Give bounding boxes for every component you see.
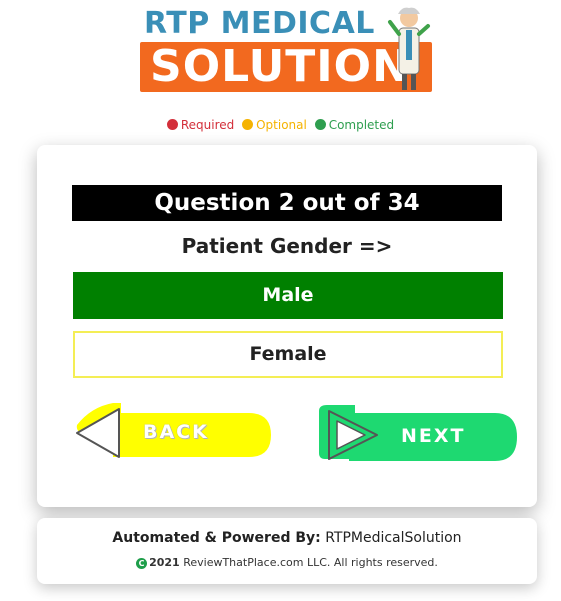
legend-optional: Optional [242,118,311,132]
next-button-label: NEXT [401,425,466,447]
logo-title-bottom: SOLUTION [150,41,410,92]
legend-required: Required [166,118,238,132]
copyright-icon: C [136,558,148,569]
red-dot-icon [166,119,178,130]
logo-title-top: RTP MEDICAL [144,6,375,41]
legend-optional-label: Optional [256,118,307,132]
legend-required-label: Required [180,118,235,132]
doctor-mascot-icon [388,7,430,90]
option-female-button[interactable]: Female [73,331,503,378]
yellow-dot-icon [242,119,254,130]
next-button[interactable]: NEXT [315,405,519,465]
option-male-button[interactable]: Male [73,272,503,319]
footer-powered-by: Automated & Powered By: RTPMedicalSoluti… [37,530,537,546]
status-legend: Required Optional Completed [0,118,561,132]
question-counter: Question 2 out of 34 [72,185,502,221]
footer-copyright: C 2021 ReviewThatPlace.com LLC. All right… [37,556,537,569]
legend-completed-label: Completed [328,118,395,132]
footer-powered-name: RTPMedicalSolution [325,530,462,546]
green-dot-icon [314,119,326,130]
back-button-label: BACK [143,421,209,443]
site-logo: RTP MEDICAL SOLUTION [140,4,436,96]
legend-completed: Completed [314,118,395,132]
question-label: Patient Gender => [181,234,393,258]
back-button[interactable]: BACK [71,403,273,461]
triangle-left-icon [76,408,120,458]
footer: Automated & Powered By: RTPMedicalSoluti… [37,518,537,584]
footer-copyright-text: ReviewThatPlace.com LLC. All rights rese… [183,556,438,569]
footer-powered-prefix: Automated & Powered By: [112,530,321,546]
question-card: Question 2 out of 34 Patient Gender => M… [37,145,537,507]
triangle-right-icon [328,410,378,460]
footer-copyright-year: 2021 [149,556,180,569]
